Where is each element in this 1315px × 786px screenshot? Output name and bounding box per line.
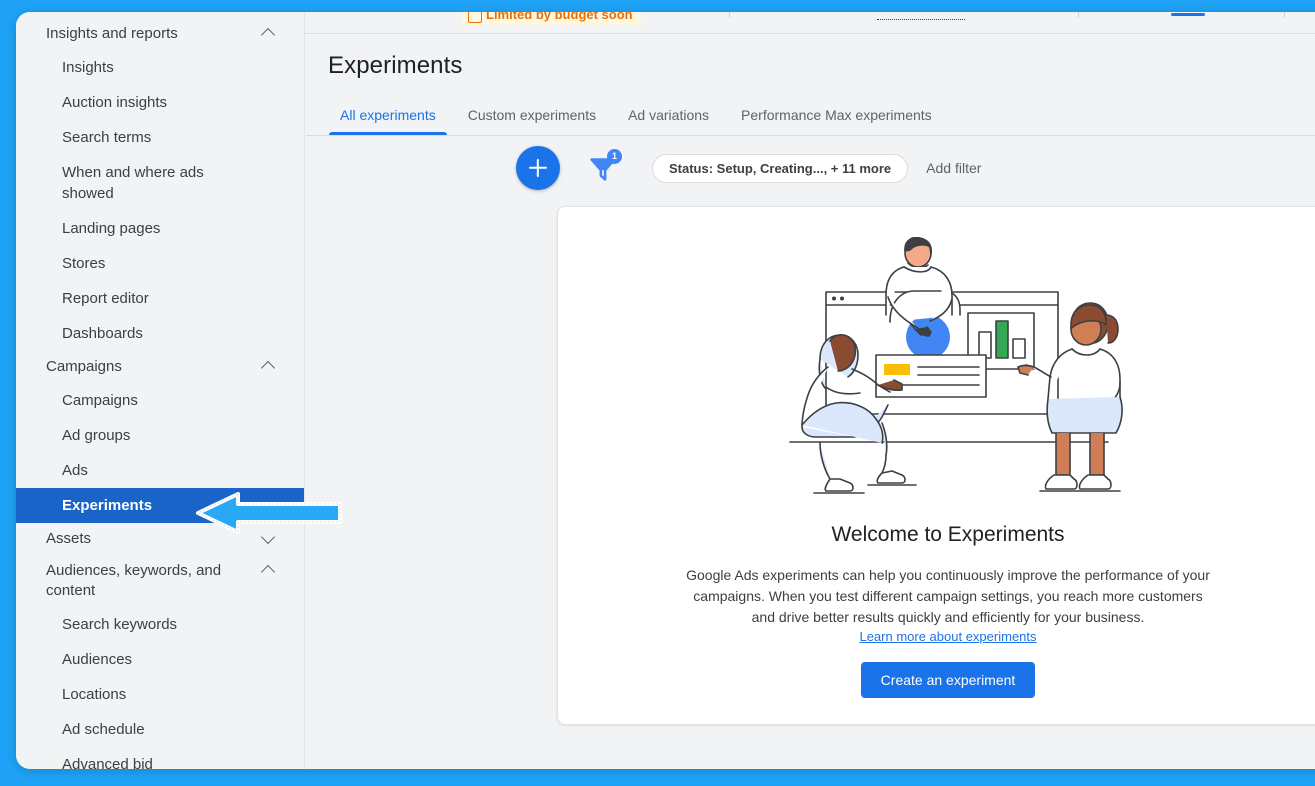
tab-ad-variations[interactable]: Ad variations (612, 107, 725, 135)
strip-divider (1078, 12, 1079, 18)
chevron-up-icon[interactable] (262, 564, 276, 578)
sidebar-item-auction-insights[interactable]: Auction insights (16, 85, 304, 120)
sidebar-item-dashboards[interactable]: Dashboards (16, 316, 304, 351)
sidebar-item-locations[interactable]: Locations (16, 677, 304, 712)
desktop-background: Limited by budget soon Insights and repo… (0, 0, 1315, 786)
sidebar-navigation: Insights and reports Insights Auction in… (16, 12, 305, 769)
sidebar-group-label: Campaigns (46, 358, 122, 375)
tab-custom-experiments[interactable]: Custom experiments (452, 107, 612, 135)
strip-divider (1284, 12, 1285, 18)
people-with-charts-illustration (789, 237, 1123, 494)
status-filter-chip[interactable]: Status: Setup, Creating..., + 11 more (652, 153, 909, 183)
sidebar-item-ads[interactable]: Ads (16, 453, 304, 488)
sidebar-group-label: Insights and reports (46, 25, 178, 42)
sidebar-item-landing-pages[interactable]: Landing pages (16, 211, 304, 246)
sidebar-item-search-keywords[interactable]: Search keywords (16, 607, 304, 642)
sidebar-item-stores[interactable]: Stores (16, 246, 304, 281)
empty-state-title: Welcome to Experiments (831, 523, 1065, 546)
tab-bar: All experiments Custom experiments Ad va… (306, 80, 1315, 136)
learn-more-link[interactable]: Learn more about experiments (859, 629, 1036, 644)
browser-window: Limited by budget soon Insights and repo… (16, 12, 1315, 769)
sidebar-item-insights[interactable]: Insights (16, 50, 304, 85)
sidebar-group-label: Audiences, keywords, and content (46, 562, 222, 599)
tab-performance-max-experiments[interactable]: Performance Max experiments (725, 107, 948, 135)
add-filter-button[interactable]: Add filter (926, 160, 981, 176)
sidebar-group-insights-and-reports[interactable]: Insights and reports (16, 18, 304, 50)
strip-divider (729, 12, 730, 18)
chevron-down-icon[interactable] (262, 532, 276, 546)
sidebar-item-report-editor[interactable]: Report editor (16, 281, 304, 316)
chevron-up-icon[interactable] (262, 27, 276, 41)
filter-funnel-icon[interactable]: 1 (586, 149, 622, 185)
main-content: Experiments All experiments Custom exper… (306, 34, 1315, 769)
sidebar-item-campaigns[interactable]: Campaigns (16, 383, 304, 418)
sidebar-group-label: Assets (46, 530, 92, 547)
tab-all-experiments[interactable]: All experiments (324, 107, 452, 135)
strip-dotted-value (877, 12, 965, 20)
sidebar-item-experiments[interactable]: Experiments (16, 482, 304, 530)
create-experiment-button[interactable]: Create an experiment (860, 662, 1036, 698)
sidebar-item-ad-schedule[interactable]: Ad schedule (16, 712, 304, 747)
page-title: Experiments (328, 52, 463, 79)
budget-warning-chip[interactable]: Limited by budget soon (462, 12, 641, 25)
filter-count-badge: 1 (607, 149, 622, 164)
empty-state-body: Google Ads experiments can help you cont… (686, 567, 1210, 625)
strip-progress-bar (1171, 13, 1205, 16)
sidebar-item-audiences[interactable]: Audiences (16, 642, 304, 677)
chevron-up-icon[interactable] (262, 360, 276, 374)
add-experiment-fab[interactable] (516, 146, 560, 190)
filter-toolbar: 1 Status: Setup, Creating..., + 11 more … (306, 136, 1315, 200)
sidebar-group-audiences-keywords-content[interactable]: Audiences, keywords, and content (16, 555, 304, 607)
sidebar-item-ad-groups[interactable]: Ad groups (16, 418, 304, 453)
sidebar-group-campaigns[interactable]: Campaigns (16, 351, 304, 383)
sidebar-item-when-and-where-ads-showed[interactable]: When and where ads showed (16, 155, 236, 211)
sidebar-item-advanced-bid-adjustments[interactable]: Advanced bid adjustments (16, 747, 166, 769)
sidebar-group-assets[interactable]: Assets (16, 523, 304, 555)
empty-state-card: Welcome to Experiments Google Ads experi… (557, 206, 1315, 725)
sidebar-item-search-terms[interactable]: Search terms (16, 120, 304, 155)
